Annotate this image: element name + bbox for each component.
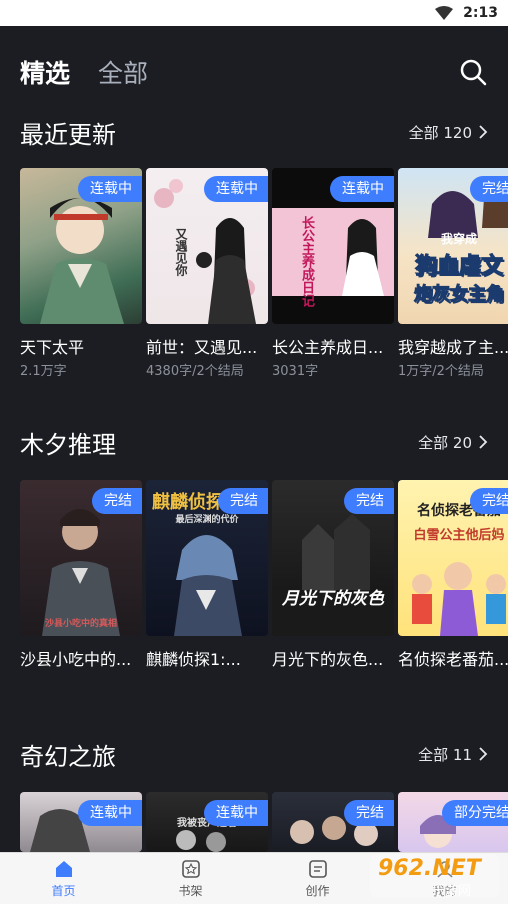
- book-meta: 1万字/2个结局: [398, 364, 484, 379]
- book-card[interactable]: 部分完结: [398, 792, 508, 852]
- book-cover[interactable]: 连载中: [20, 168, 142, 324]
- chevron-right-icon: [479, 125, 488, 139]
- nav-home[interactable]: 首页: [0, 853, 127, 904]
- status-badge: 连载中: [78, 176, 142, 202]
- book-cover[interactable]: 名侦探老番茄 白雪公主他后妈 完结: [398, 480, 508, 636]
- book-title: 天下太平: [20, 338, 85, 357]
- book-cover[interactable]: 完结: [272, 792, 394, 852]
- book-meta: 2.1万字: [20, 364, 67, 379]
- book-cover[interactable]: 连载中: [20, 792, 142, 852]
- create-icon: [308, 860, 327, 878]
- nav-create[interactable]: 创作: [254, 853, 381, 904]
- book-title: 前世：又遇见...: [146, 338, 258, 357]
- watermark-text: 962.NET: [378, 856, 481, 881]
- status-badge: 连载中: [204, 176, 268, 202]
- book-card[interactable]: 长公主养成日记 连载中 长公主养成日... 3031字: [272, 168, 394, 379]
- cover-text: 又遇见你: [174, 228, 188, 276]
- top-nav: 精选 全部: [20, 52, 488, 92]
- book-title: 长公主养成日...: [272, 338, 384, 357]
- status-badge: 完结: [344, 488, 394, 514]
- cover-text: 炮灰女主角: [414, 284, 505, 306]
- cover-text: 狗血虐文: [414, 254, 503, 280]
- book-card[interactable]: 又遇见你 连载中 前世：又遇见... 4380字/2个结局: [146, 168, 268, 379]
- book-card[interactable]: 我穿成 狗血虐文 炮灰女主角 完结 我穿越成了主... 1万字/2个结局: [398, 168, 508, 379]
- book-meta: 3031字: [272, 364, 319, 379]
- status-badge: 连载中: [204, 800, 268, 826]
- status-badge: 完结: [92, 488, 142, 514]
- section-mystery: 木夕推理 全部 20: [0, 422, 508, 462]
- section-title: 木夕推理: [20, 430, 116, 459]
- book-cover[interactable]: 沙县小吃中的真相 完结: [20, 480, 142, 636]
- book-row-recent: 连载中 天下太平 2.1万字 又遇见你 连载中 前世：又遇见... 4380字/…: [20, 168, 508, 379]
- book-card[interactable]: 名侦探老番茄 白雪公主他后妈 完结 名侦探老番茄...: [398, 480, 508, 670]
- section-title: 奇幻之旅: [20, 742, 116, 771]
- see-all-button[interactable]: 全部 120: [409, 122, 488, 143]
- book-card[interactable]: 完结: [272, 792, 394, 852]
- book-card[interactable]: 连载中 天下太平 2.1万字: [20, 168, 142, 379]
- bookshelf-icon: [181, 860, 200, 878]
- cover-text: 长公主养成日记: [299, 216, 314, 307]
- nav-label: 创作: [305, 884, 330, 898]
- section-fantasy: 奇幻之旅 全部 11: [0, 734, 508, 774]
- section-title: 最近更新: [20, 120, 116, 149]
- book-title: 我穿越成了主...: [398, 338, 508, 357]
- see-all-button[interactable]: 全部 20: [418, 432, 488, 453]
- see-all-button[interactable]: 全部 11: [418, 744, 488, 765]
- see-all-label: 全部 120: [408, 123, 472, 142]
- cover-text: 麒麟侦探: [152, 492, 224, 513]
- watermark-logo: 962.NET 乐游网: [368, 852, 502, 900]
- book-cover[interactable]: 月光下的灰色 完结: [272, 480, 394, 636]
- book-cover[interactable]: 又遇见你 连载中: [146, 168, 268, 324]
- home-icon: [55, 861, 72, 877]
- cover-text: 白雪公主他后妈: [413, 528, 505, 543]
- book-card[interactable]: 麒麟侦探 最后深渊的代价 完结 麒麟侦探1:...: [146, 480, 268, 670]
- status-badge: 连载中: [78, 800, 142, 826]
- chevron-right-icon: [479, 747, 488, 761]
- section-recent-updates: 最近更新 全部 120: [0, 112, 508, 152]
- book-cover[interactable]: 长公主养成日记 连载中: [272, 168, 394, 324]
- book-card[interactable]: 连载中: [20, 792, 142, 852]
- book-cover[interactable]: 我被丧尸追着 连载中: [146, 792, 268, 852]
- cover-text: 沙县小吃中的真相: [44, 619, 117, 629]
- chevron-right-icon: [479, 435, 488, 449]
- book-cover[interactable]: 麒麟侦探 最后深渊的代价 完结: [146, 480, 268, 636]
- see-all-label: 全部 20: [418, 433, 472, 452]
- see-all-label: 全部 11: [418, 745, 472, 764]
- book-card[interactable]: 月光下的灰色 完结 月光下的灰色...: [272, 480, 394, 670]
- book-cover[interactable]: 我穿成 狗血虐文 炮灰女主角 完结: [398, 168, 508, 324]
- cover-text: 我穿成: [440, 232, 477, 246]
- book-title: 麒麟侦探1:...: [146, 650, 241, 669]
- status-badge: 完结: [470, 176, 508, 202]
- nav-label: 书架: [178, 884, 203, 898]
- status-bar: 2:13: [0, 0, 508, 26]
- status-badge: 完结: [344, 800, 394, 826]
- book-row-fantasy: 连载中 我被丧尸追着 连载中 完结 部分完结: [20, 792, 508, 852]
- book-title: 月光下的灰色...: [272, 650, 384, 669]
- wifi-icon: [435, 6, 454, 20]
- book-card[interactable]: 我被丧尸追着 连载中: [146, 792, 268, 852]
- book-title: 名侦探老番茄...: [398, 650, 508, 669]
- tab-all[interactable]: 全部: [98, 54, 148, 90]
- nav-label: 首页: [51, 884, 76, 898]
- watermark-subtext: 乐游网: [432, 884, 472, 899]
- status-badge: 连载中: [330, 176, 394, 202]
- book-title: 沙县小吃中的...: [20, 650, 132, 669]
- nav-bookshelf[interactable]: 书架: [127, 853, 254, 904]
- book-meta: 4380字/2个结局: [146, 364, 244, 379]
- status-time: 2:13: [463, 5, 498, 21]
- status-badge: 部分完结: [442, 800, 508, 826]
- book-card[interactable]: 沙县小吃中的真相 完结 沙县小吃中的...: [20, 480, 142, 670]
- status-badge: 完结: [218, 488, 268, 514]
- book-cover[interactable]: 部分完结: [398, 792, 508, 852]
- status-badge: 完结: [470, 488, 508, 514]
- tab-featured[interactable]: 精选: [20, 54, 70, 90]
- cover-text: 月光下的灰色: [282, 589, 384, 609]
- book-row-mystery: 沙县小吃中的真相 完结 沙县小吃中的... 麒麟侦探 最后深渊的代价 完结 麒麟…: [20, 480, 508, 670]
- search-icon[interactable]: [458, 57, 488, 87]
